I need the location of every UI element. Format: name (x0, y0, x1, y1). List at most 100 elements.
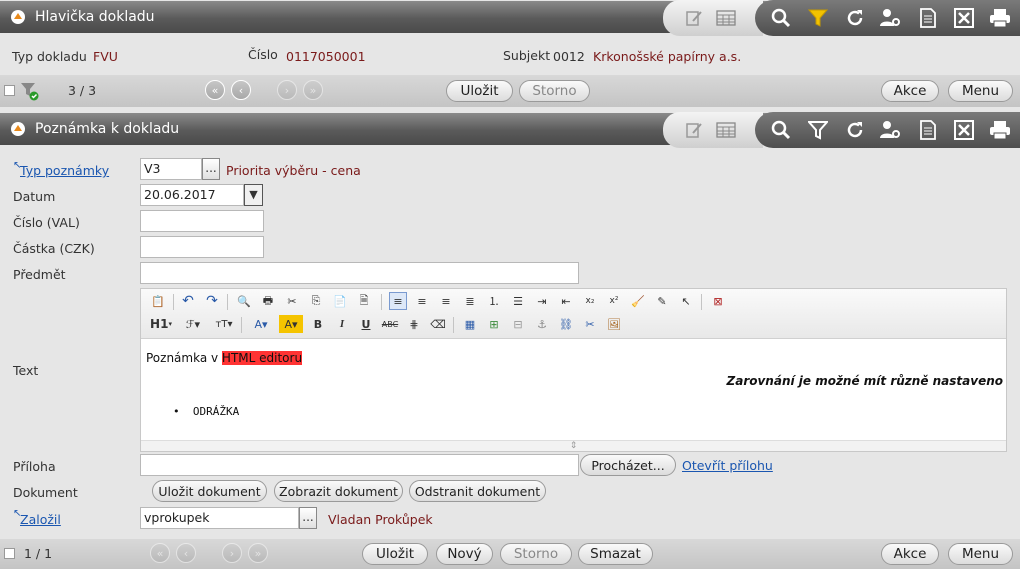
highlight-color-icon[interactable]: A▾ (279, 315, 303, 333)
refresh-icon[interactable] (844, 119, 866, 141)
link-icon[interactable]: ⛓ (557, 315, 575, 333)
redo-icon[interactable]: ↷ (203, 292, 221, 310)
strikethrough-icon[interactable]: ABC (381, 315, 399, 333)
align-left-icon[interactable]: ≡ (389, 292, 407, 310)
first-record-button[interactable]: « (205, 80, 225, 100)
last-record-button[interactable]: » (248, 543, 268, 563)
prev-record-button[interactable]: ‹ (176, 543, 196, 563)
show-document-button[interactable]: Zobrazit dokument (274, 480, 403, 502)
save-button[interactable]: Uložit (362, 543, 428, 565)
attachment-input[interactable] (140, 454, 579, 476)
copy-icon[interactable]: ⎘ (307, 292, 325, 310)
italic-icon[interactable]: I (333, 315, 351, 333)
document-icon[interactable] (917, 119, 939, 141)
print-icon[interactable] (989, 7, 1011, 29)
excel-icon[interactable] (953, 7, 975, 29)
last-record-button[interactable]: » (303, 80, 323, 100)
cancel-button[interactable]: Storno (500, 543, 572, 565)
print-icon[interactable]: 🖶 (259, 292, 277, 310)
collapse-icon[interactable] (11, 10, 25, 24)
anchor-icon[interactable]: ⚓ (533, 315, 551, 333)
align-right-icon[interactable]: ≡ (437, 292, 455, 310)
menu-button[interactable]: Menu (948, 543, 1013, 565)
select-checkbox[interactable] (4, 548, 15, 559)
search-icon[interactable] (770, 7, 792, 29)
edit-icon[interactable] (683, 119, 705, 141)
font-family-dropdown-icon[interactable]: ℱ▾ (181, 315, 205, 333)
excel-icon[interactable] (953, 119, 975, 141)
underline-icon[interactable]: U (357, 315, 375, 333)
table-icon[interactable] (715, 7, 737, 29)
undo-icon[interactable]: ↶ (179, 292, 197, 310)
select-icon[interactable]: ↖ (677, 292, 695, 310)
special-chars-icon[interactable]: ⋕ (405, 315, 423, 333)
browse-button[interactable]: Procházet... (580, 454, 676, 476)
document-icon[interactable] (917, 7, 939, 29)
filter-icon[interactable] (807, 119, 829, 141)
font-size-dropdown-icon[interactable]: ᴛT▾ (211, 315, 237, 333)
refresh-icon[interactable] (844, 7, 866, 29)
select-checkbox[interactable] (4, 85, 15, 96)
cancel-button[interactable]: Storno (519, 80, 590, 102)
spellcheck-icon[interactable]: ✎ (653, 292, 671, 310)
edit-icon[interactable] (683, 7, 705, 29)
text-color-icon[interactable]: A▾ (249, 315, 273, 333)
delete-button[interactable]: Smazat (578, 543, 653, 565)
superscript-icon[interactable]: x² (605, 292, 623, 310)
date-dropdown-button[interactable]: ▼ (244, 184, 263, 206)
created-by-lookup-button[interactable]: ... (299, 507, 317, 529)
subscript-icon[interactable]: x₂ (581, 292, 599, 310)
paste-icon[interactable]: 📋 (149, 292, 167, 310)
unlink-icon[interactable]: ✂ (581, 315, 599, 333)
open-attachment-link[interactable]: Otevřít přílohu (682, 458, 773, 473)
next-record-button[interactable]: › (222, 543, 242, 563)
heading-dropdown[interactable]: H1 ▾ (147, 315, 175, 333)
next-record-button[interactable]: › (277, 80, 297, 100)
numbered-list-icon[interactable]: ⒈ (485, 292, 503, 310)
created-by-link[interactable]: Založil (20, 512, 61, 527)
editor-resize-handle[interactable]: ⇕ (141, 440, 1006, 451)
insert-image-icon[interactable]: 🖼 (605, 315, 623, 333)
amount-input[interactable] (140, 236, 264, 258)
fullscreen-icon[interactable]: ⊠ (709, 292, 727, 310)
subject-input[interactable] (140, 262, 579, 284)
collapse-icon[interactable] (11, 122, 25, 136)
actions-button[interactable]: Akce (881, 543, 939, 565)
paste-word-icon[interactable]: 🗎 (355, 292, 373, 310)
remove-document-button[interactable]: Odstranit dokument (409, 480, 546, 502)
prev-record-button[interactable]: ‹ (231, 80, 251, 100)
actions-button[interactable]: Akce (881, 80, 939, 102)
paste-text-icon[interactable]: 📄 (331, 292, 349, 310)
table-icon[interactable] (715, 119, 737, 141)
eraser-icon[interactable]: ⌫ (429, 315, 447, 333)
bold-icon[interactable]: B (309, 315, 327, 333)
insert-row-icon[interactable]: ⊞ (485, 315, 503, 333)
indent-icon[interactable]: ⇥ (533, 292, 551, 310)
created-by-input[interactable]: vprokupek (140, 507, 299, 529)
cut-icon[interactable]: ✂ (283, 292, 301, 310)
save-button[interactable]: Uložit (446, 80, 513, 102)
search-icon[interactable] (770, 119, 792, 141)
note-type-lookup-button[interactable]: ... (202, 158, 220, 180)
bullet-list-icon[interactable]: ☰ (509, 292, 527, 310)
date-input[interactable]: 20.06.2017 (140, 184, 244, 206)
note-type-input[interactable]: V3 (140, 158, 202, 180)
filter-active-icon[interactable] (20, 81, 40, 104)
align-justify-icon[interactable]: ≣ (461, 292, 479, 310)
html-editor[interactable]: 📋 ↶ ↷ 🔍 🖶 ✂ ⎘ 📄 🗎 ≡ ≡ ≡ ≣ ⒈ ☰ ⇥ ⇤ x₂ x² … (140, 288, 1007, 452)
new-button[interactable]: Nový (436, 543, 493, 565)
user-settings-icon[interactable] (879, 119, 901, 141)
preview-icon[interactable]: 🔍 (235, 292, 253, 310)
clear-format-icon[interactable]: 🧹 (629, 292, 647, 310)
delete-row-icon[interactable]: ⊟ (509, 315, 527, 333)
save-document-button[interactable]: Uložit dokument (152, 480, 267, 502)
user-settings-icon[interactable] (879, 7, 901, 29)
print-icon[interactable] (989, 119, 1011, 141)
outdent-icon[interactable]: ⇤ (557, 292, 575, 310)
insert-table-icon[interactable]: ▦ (461, 315, 479, 333)
menu-button[interactable]: Menu (948, 80, 1013, 102)
note-type-link[interactable]: Typ poznámky (20, 163, 109, 178)
align-center-icon[interactable]: ≡ (413, 292, 431, 310)
filter-icon[interactable] (807, 7, 829, 29)
first-record-button[interactable]: « (150, 543, 170, 563)
